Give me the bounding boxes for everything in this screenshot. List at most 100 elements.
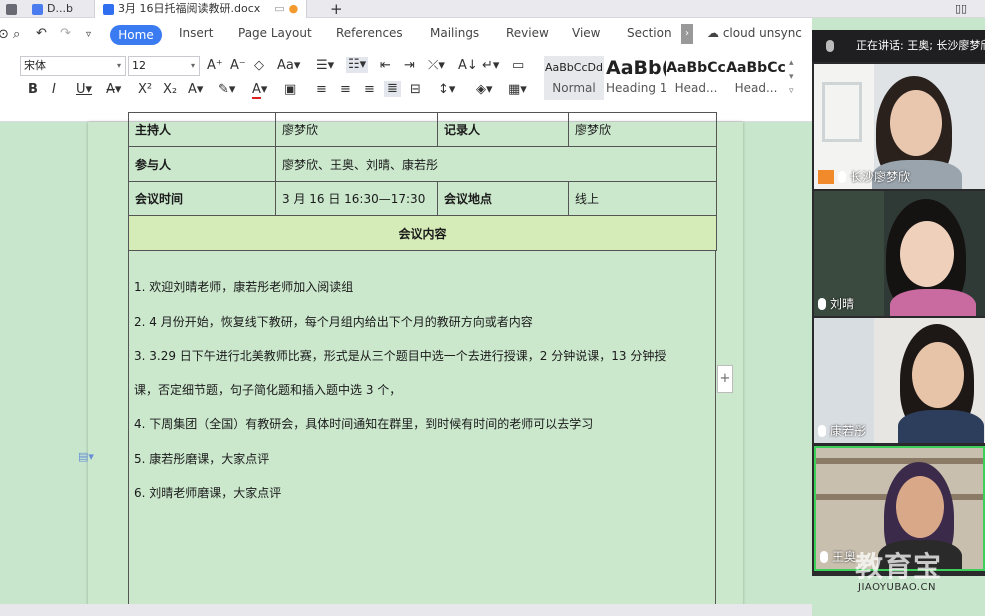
- text-effect-icon[interactable]: A▾: [188, 82, 203, 98]
- italic-icon[interactable]: I: [52, 82, 56, 98]
- tab-document-active[interactable]: 3月 16日托福阅读教研.docx ▭ ●: [94, 0, 308, 18]
- change-case-icon[interactable]: Aa▾: [277, 58, 300, 74]
- align-left-icon[interactable]: ≡: [316, 82, 327, 98]
- paragraph-marks-icon[interactable]: ↵▾: [482, 58, 499, 74]
- recorder-value[interactable]: 廖梦欣: [568, 112, 717, 147]
- font-size-select[interactable]: 12 ▾: [128, 56, 200, 76]
- video-tile-1[interactable]: 长沙廖梦欣: [814, 64, 985, 189]
- highlight-icon[interactable]: ✎▾: [218, 82, 235, 98]
- menu-references[interactable]: References: [336, 26, 403, 40]
- cloud-status[interactable]: ☁ cloud unsync: [707, 26, 802, 40]
- recorder-label: 记录人: [437, 112, 569, 147]
- font-color-icon[interactable]: A▾: [252, 82, 267, 99]
- bold-icon[interactable]: B: [28, 82, 38, 98]
- cloud-icon: ☁: [707, 26, 719, 40]
- time-value[interactable]: 3 月 16 日 16:30—17:30: [275, 181, 438, 216]
- menu-page-layout[interactable]: Page Layout: [238, 26, 312, 40]
- style-heading-1[interactable]: AaBb( Heading 1: [606, 56, 666, 100]
- subscript-icon[interactable]: X₂: [163, 82, 177, 98]
- increase-indent-icon[interactable]: ⇥: [404, 58, 415, 74]
- content-item: 2. 4 月份开始，恢复线下教研，每个月组内给出下个月的教研方向或者内容: [134, 315, 533, 329]
- window-layout-icon[interactable]: ▯▯: [955, 0, 967, 18]
- style-normal[interactable]: AaBbCcDd Normal: [544, 56, 604, 100]
- meeting-info-table: 主持人 廖梦欣 记录人 廖梦欣 参与人 廖梦欣、王奥、刘晴、康若彤 会议时间 3…: [128, 112, 717, 251]
- new-tab-plus-icon[interactable]: +: [330, 0, 343, 18]
- clear-format-icon[interactable]: ◇: [254, 58, 264, 74]
- video-tile-3[interactable]: 康若彤: [814, 318, 985, 443]
- chevron-down-icon: ▾: [190, 61, 195, 70]
- style-name: Normal: [552, 81, 596, 95]
- menu-view[interactable]: View: [572, 26, 600, 40]
- participant-name-tag: 王奥: [820, 548, 856, 565]
- redo-icon[interactable]: ↷: [60, 26, 71, 42]
- superscript-icon[interactable]: X²: [138, 82, 152, 98]
- save-icon[interactable]: ⊙: [0, 27, 9, 43]
- strikethrough-icon[interactable]: A̶▾: [106, 82, 121, 98]
- borders-icon[interactable]: ▦▾: [508, 82, 527, 98]
- mic-icon: [818, 424, 826, 437]
- char-border-icon[interactable]: ▣: [284, 82, 296, 98]
- quick-access-dropdown-icon[interactable]: ▿: [86, 27, 91, 43]
- tab-icon-cluster[interactable]: [6, 0, 17, 18]
- tab-menu-icon[interactable]: ▭: [274, 1, 284, 17]
- host-icon: [818, 169, 834, 184]
- menu-review[interactable]: Review: [506, 26, 549, 40]
- decrease-indent-icon[interactable]: ⇤: [380, 58, 391, 74]
- underline-icon[interactable]: U▾: [76, 82, 92, 98]
- justify-icon[interactable]: ≣: [384, 81, 401, 97]
- tab-document-1[interactable]: D...b: [32, 0, 73, 18]
- line-spacing-icon[interactable]: ↕▾: [438, 82, 455, 98]
- app-icon: [6, 3, 17, 15]
- menu-home[interactable]: Home: [110, 25, 162, 45]
- style-name: Head...: [734, 81, 778, 95]
- shrink-font-icon[interactable]: A⁻: [230, 58, 246, 74]
- style-preview: AaBbCc: [726, 60, 786, 76]
- participants-label: 参与人: [128, 146, 276, 182]
- video-tile-2[interactable]: 刘晴: [814, 191, 985, 316]
- mic-icon: [838, 170, 846, 183]
- undo-icon[interactable]: ↶: [36, 26, 47, 42]
- content-header: 会议内容: [128, 215, 717, 251]
- host-value[interactable]: 廖梦欣: [275, 112, 438, 147]
- table-icon[interactable]: ▭: [512, 58, 524, 74]
- styles-scroll-icon[interactable]: ▴ ▾ ▿: [789, 56, 794, 98]
- place-value[interactable]: 线上: [568, 181, 717, 216]
- shading-icon[interactable]: ◈▾: [476, 82, 493, 98]
- ribbon-toolbar: ⊙ ⌕ ↶ ↷ ▿ Home Insert Page Layout Refere…: [0, 18, 812, 122]
- align-center-icon[interactable]: ≡: [340, 82, 351, 98]
- align-right-icon[interactable]: ≡: [364, 82, 375, 98]
- watermark-url: JIAOYUBAO.CN: [858, 582, 936, 593]
- add-row-button[interactable]: +: [717, 365, 733, 393]
- font-name-select[interactable]: 宋体 ▾: [20, 56, 126, 76]
- bullet-list-icon[interactable]: ☰▾: [316, 58, 334, 74]
- face: [890, 90, 942, 156]
- participant-name: 刘晴: [830, 297, 855, 311]
- watermark-logo: 教育宝: [855, 550, 943, 583]
- menu-section[interactable]: Section: [627, 26, 672, 40]
- shelf: [816, 458, 983, 464]
- meeting-content-cell[interactable]: [128, 251, 716, 616]
- participants-value[interactable]: 廖梦欣、王奥、刘晴、康若彤: [275, 146, 717, 182]
- place-label: 会议地点: [437, 181, 569, 216]
- style-heading-2[interactable]: AaBbCc Head...: [666, 56, 726, 100]
- ribbon-scroll-right-icon[interactable]: ›: [681, 24, 693, 44]
- sort-icon[interactable]: A↓: [458, 58, 478, 74]
- content-item: 5. 康若彤磨课，大家点评: [134, 452, 270, 466]
- chinese-layout-icon[interactable]: ⤫▾: [428, 58, 445, 74]
- menu-insert[interactable]: Insert: [179, 26, 213, 40]
- grow-font-icon[interactable]: A⁺: [207, 58, 223, 74]
- table-row: 会议内容: [128, 215, 717, 251]
- cloud-status-label: cloud unsync: [722, 26, 802, 40]
- distribute-icon[interactable]: ⊟: [410, 82, 421, 98]
- numbered-list-icon[interactable]: ☷▾: [346, 57, 369, 73]
- menu-mailings[interactable]: Mailings: [430, 26, 479, 40]
- style-preview: AaBbCcDd: [545, 61, 603, 74]
- style-heading-3[interactable]: AaBbCc Head...: [726, 56, 786, 100]
- preview-icon[interactable]: ⌕: [13, 27, 20, 43]
- paragraph-handle-icon[interactable]: ▤▾: [78, 450, 94, 463]
- content-item: 课，否定细节题，句子简化题和插入题中选 3 个，: [134, 383, 402, 397]
- face: [912, 342, 964, 408]
- mic-icon: [826, 40, 834, 52]
- style-preview: AaBb(: [606, 57, 666, 79]
- style-name: Head...: [674, 81, 718, 95]
